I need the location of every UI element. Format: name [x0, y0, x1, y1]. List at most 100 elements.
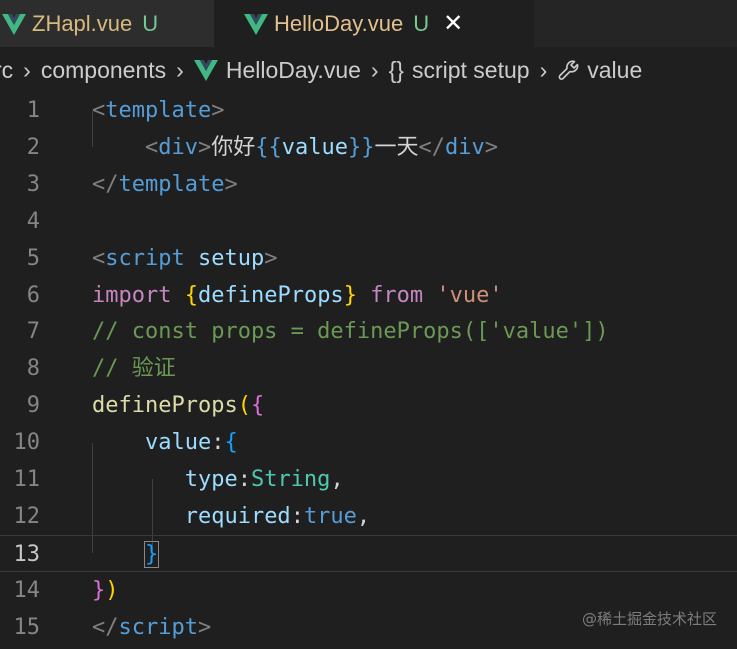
code-text: required:true,: [92, 498, 370, 535]
code-token: template: [105, 98, 212, 123]
code-token: type: [184, 467, 238, 492]
code-token: ): [105, 577, 119, 603]
vue-icon: [244, 13, 268, 35]
code-token: >: [211, 98, 225, 123]
code-line[interactable]: 12 required:true,: [0, 498, 737, 535]
code-token: import: [92, 282, 172, 308]
code-token: :: [290, 503, 304, 529]
line-number: 15: [13, 614, 41, 640]
code-editor[interactable]: 1 <template> 2 <div>你好{{value}}一天</div> 3 </…: [0, 92, 737, 649]
code-text: }: [92, 536, 160, 573]
code-token: div: [445, 134, 485, 160]
code-token: </: [92, 614, 119, 640]
code-line[interactable]: 14}): [0, 572, 737, 609]
code-token: defineProps: [197, 282, 344, 308]
code-text: <template>: [92, 92, 224, 129]
breadcrumb-item-components[interactable]: components: [41, 57, 166, 84]
line-number: 5: [26, 245, 40, 271]
code-line[interactable]: 1 <template>: [0, 92, 737, 129]
tab-label: HelloDay.vue: [274, 10, 404, 36]
code-text: value:{: [92, 424, 238, 461]
vue-icon: [2, 13, 26, 35]
code-line[interactable]: 13 }: [0, 534, 737, 573]
line-number: 13: [13, 541, 41, 567]
code-token: setup: [197, 245, 265, 271]
code-token: >: [224, 171, 238, 197]
line-number: 9: [26, 393, 40, 419]
code-token: {: [224, 430, 238, 456]
close-icon[interactable]: ✕: [443, 9, 463, 38]
code-token: 一天: [374, 134, 419, 160]
line-number: 2: [26, 134, 40, 160]
code-line[interactable]: 9 defineProps({: [0, 387, 737, 424]
breadcrumb-item-value[interactable]: value: [557, 57, 642, 84]
chevron-right-icon: ›: [23, 56, 31, 83]
tab-zhapl[interactable]: ZHapl.vue U: [0, 0, 216, 47]
breadcrumb-item-src[interactable]: rc: [0, 57, 13, 84]
chevron-right-icon: ›: [370, 56, 379, 83]
code-line[interactable]: 8 // 验证: [0, 350, 737, 387]
code-line[interactable]: 6 import {defineProps} from 'vue': [0, 277, 737, 314]
breadcrumb-item-file[interactable]: HelloDay.vue: [193, 56, 361, 84]
code-token: {{: [255, 134, 282, 160]
code-token: }: [143, 540, 160, 568]
code-line[interactable]: 11 type:String,: [0, 461, 737, 498]
code-token: from: [370, 282, 424, 308]
line-number: 3: [26, 171, 40, 197]
code-token: String: [250, 467, 331, 492]
code-token: {: [184, 282, 198, 308]
chevron-right-icon: ›: [539, 56, 548, 83]
line-number: 10: [13, 430, 41, 456]
breadcrumb-label: HelloDay.vue: [225, 56, 361, 83]
code-token: }: [92, 577, 106, 603]
vue-icon: [193, 60, 218, 81]
code-token: ,: [356, 503, 371, 529]
code-text: // 验证: [92, 350, 176, 387]
breadcrumb-label: script setup: [411, 56, 530, 83]
code-token: (: [237, 393, 251, 419]
code-token: <: [92, 98, 106, 123]
code-token: div: [158, 134, 198, 160]
code-token: defineProps: [92, 393, 238, 419]
line-number: 8: [26, 356, 40, 382]
code-line[interactable]: 2 <div>你好{{value}}一天</div>: [0, 129, 737, 166]
code-token: {: [250, 393, 265, 419]
code-line[interactable]: 7 // const props = defineProps(['value']): [0, 313, 737, 350]
code-token: </: [92, 171, 119, 197]
line-number: 14: [13, 577, 41, 603]
tab-helloday[interactable]: HelloDay.vue U ✕: [214, 0, 534, 47]
tab-bar: ZHapl.vue U HelloDay.vue U ✕: [0, 0, 737, 47]
code-text: // const props = defineProps(['value']): [92, 313, 609, 350]
code-line[interactable]: 10 value:{: [0, 424, 737, 461]
code-token: template: [118, 171, 225, 197]
code-token: <: [92, 245, 106, 271]
code-token: script: [105, 245, 185, 271]
line-number: 11: [13, 467, 41, 492]
code-text: import {defineProps} from 'vue': [92, 277, 503, 314]
braces-icon: {}: [388, 56, 404, 83]
code-token: >: [197, 134, 212, 160]
chevron-right-icon: ›: [176, 56, 184, 83]
code-token: 'vue': [436, 282, 503, 308]
breadcrumb-item-script-setup[interactable]: {} script setup: [389, 57, 530, 84]
code-token: required: [184, 503, 291, 529]
wrench-icon: [558, 60, 579, 80]
tab-label: ZHapl.vue: [32, 10, 133, 36]
breadcrumb: rc › components › HelloDay.vue › {} scri…: [0, 48, 737, 92]
code-text: <div>你好{{value}}一天</div>: [92, 129, 498, 166]
code-line[interactable]: 5 <script setup>: [0, 240, 737, 277]
code-token: true: [303, 503, 357, 529]
code-text: </template>: [92, 166, 238, 203]
code-token: script: [118, 614, 198, 640]
code-text: type:String,: [92, 461, 344, 498]
code-line[interactable]: 3 </template>: [0, 166, 737, 203]
code-line[interactable]: 4: [0, 203, 737, 240]
code-token: >: [197, 614, 212, 640]
